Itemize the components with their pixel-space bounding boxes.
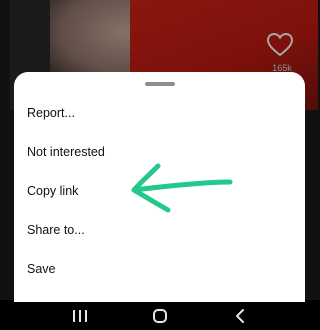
menu-item-not-interested[interactable]: Not interested bbox=[14, 134, 305, 170]
menu-item-share-to[interactable]: Share to... bbox=[14, 212, 305, 248]
menu-item-save[interactable]: Save bbox=[14, 251, 305, 287]
back-icon[interactable] bbox=[220, 302, 260, 330]
drag-handle[interactable] bbox=[145, 82, 175, 86]
menu-item-label: Report... bbox=[27, 106, 75, 120]
options-bottom-sheet: Report... Not interested Copy link Share… bbox=[14, 72, 305, 302]
menu-item-report[interactable]: Report... bbox=[14, 95, 305, 131]
menu-item-label: Copy link bbox=[27, 184, 79, 198]
menu-item-copy-link[interactable]: Copy link bbox=[14, 173, 305, 209]
system-nav-bar bbox=[0, 302, 320, 330]
recent-apps-icon[interactable] bbox=[60, 302, 100, 330]
menu-item-label: Share to... bbox=[27, 223, 85, 237]
menu-item-label: Not interested bbox=[27, 145, 105, 159]
home-icon[interactable] bbox=[140, 302, 180, 330]
menu-item-label: Save bbox=[27, 262, 56, 276]
